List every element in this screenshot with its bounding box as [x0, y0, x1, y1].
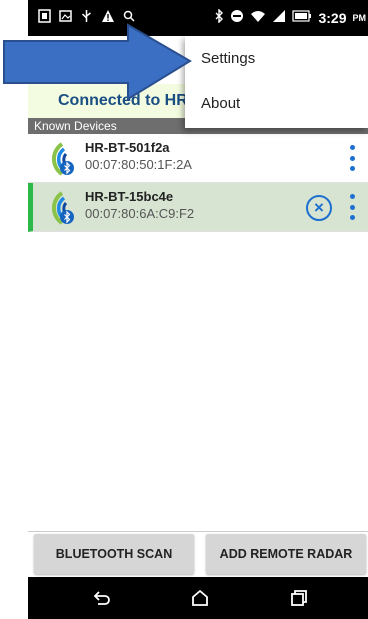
home-icon[interactable] — [188, 586, 212, 610]
pointer-arrow-icon — [3, 23, 192, 101]
wifi-icon — [250, 9, 266, 26]
bluetooth-scan-button[interactable]: BLUETOOTH SCAN — [34, 534, 194, 574]
status-time-suffix: PM — [352, 12, 367, 23]
signal-icon — [272, 9, 286, 26]
back-icon[interactable] — [90, 586, 114, 610]
do-not-disturb-icon — [230, 9, 244, 26]
status-right: 3:29 PM — [214, 8, 367, 26]
radar-bluetooth-icon — [52, 142, 74, 176]
recents-icon[interactable] — [286, 586, 310, 610]
device-name: HR-BT-501f2a — [85, 140, 170, 155]
disconnect-icon[interactable]: × — [306, 195, 332, 221]
bluetooth-icon — [214, 8, 224, 26]
overflow-menu: Settings About — [185, 36, 368, 128]
add-remote-radar-button[interactable]: ADD REMOTE RADAR — [206, 534, 366, 574]
status-time: 3:29 — [318, 9, 347, 26]
bottom-divider — [28, 531, 368, 532]
battery-icon — [292, 10, 312, 25]
radar-bluetooth-icon — [52, 191, 74, 225]
device-address: 00:07:80:6A:C9:F2 — [85, 206, 195, 221]
device-name: HR-BT-15bc4e — [85, 189, 174, 204]
device-menu-icon[interactable] — [348, 194, 356, 220]
device-row[interactable]: HR-BT-501f2a 00:07:80:50:1F:2A — [28, 134, 368, 183]
menu-item-about[interactable]: About — [201, 95, 240, 112]
device-row-selected[interactable]: HR-BT-15bc4e 00:07:80:6A:C9:F2 × — [28, 183, 368, 232]
menu-item-settings[interactable]: Settings — [201, 50, 255, 67]
device-menu-icon[interactable] — [348, 145, 356, 171]
device-address: 00:07:80:50:1F:2A — [85, 157, 192, 172]
navigation-bar — [28, 577, 368, 619]
